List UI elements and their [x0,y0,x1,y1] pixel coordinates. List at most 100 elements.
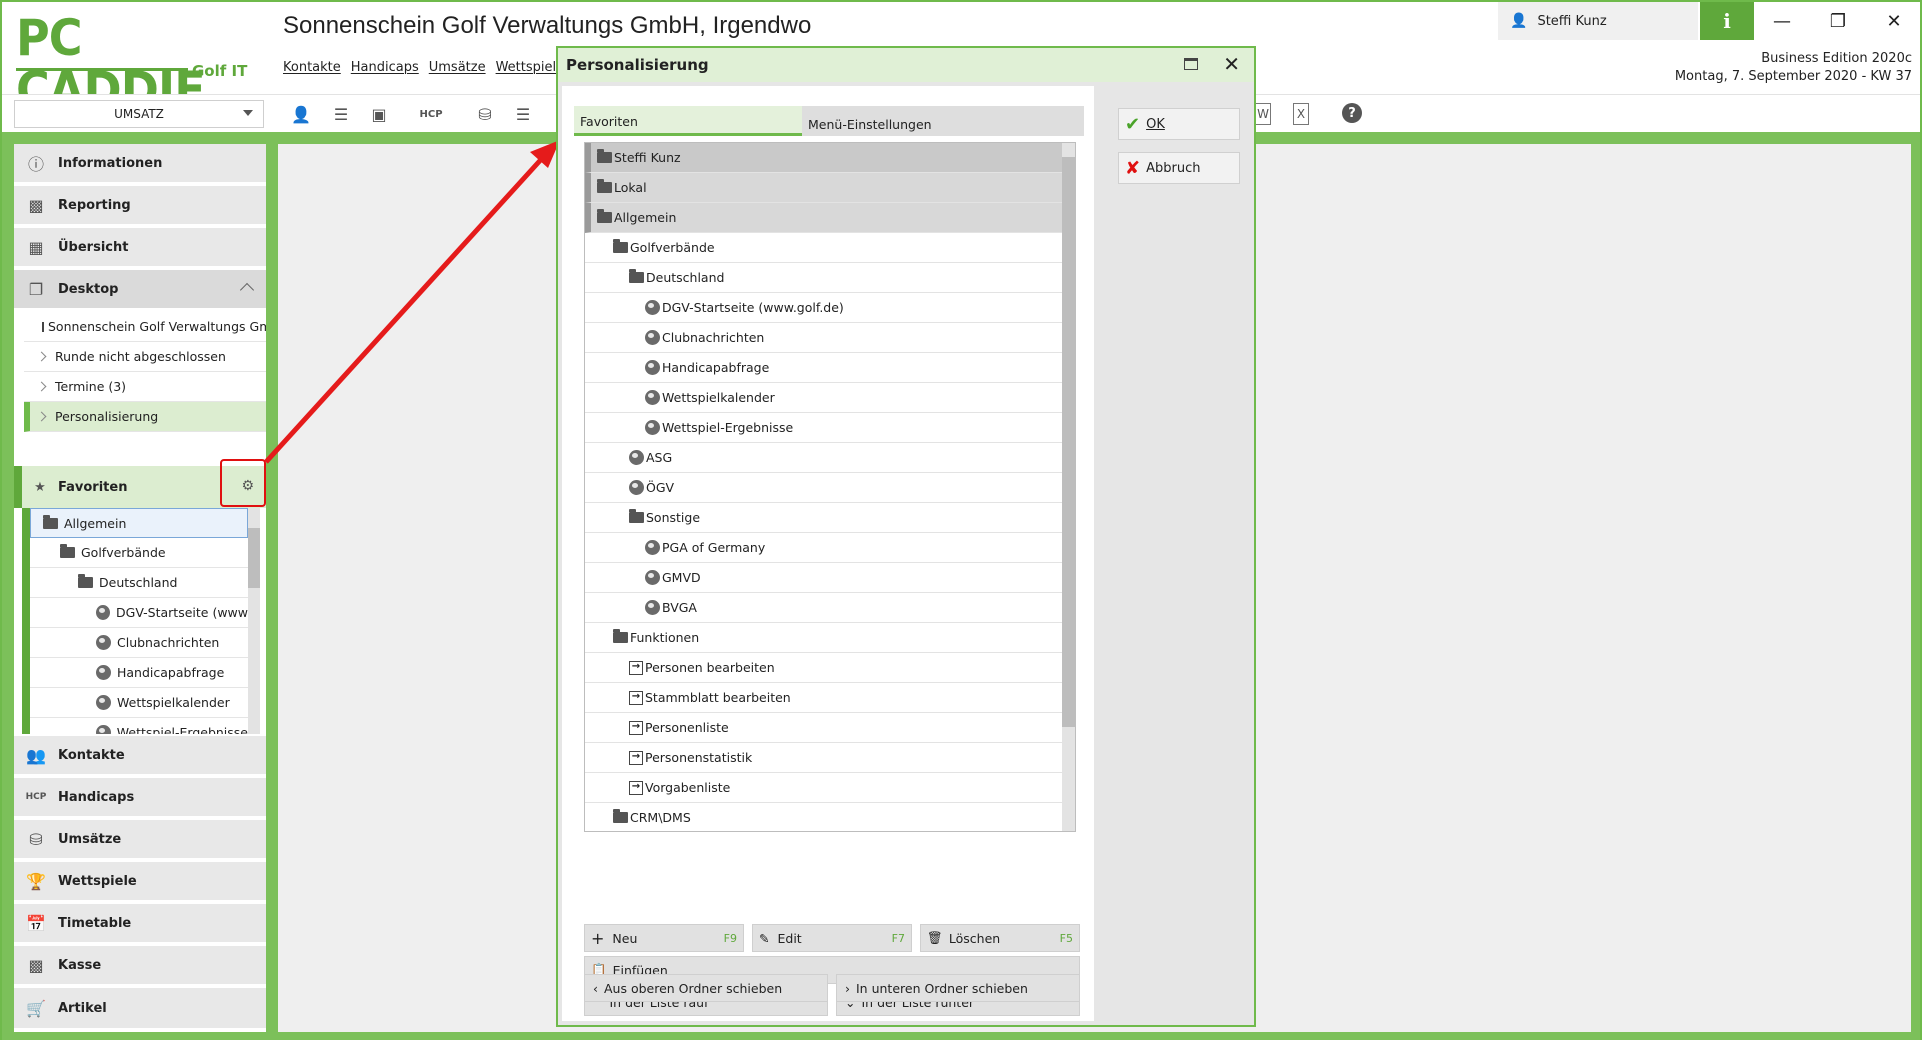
nav-handicaps[interactable]: HCP Handicaps [14,778,266,818]
menu-wettspiele[interactable]: Wettspiele [496,60,565,75]
desktop-item-label: Sonnenschein Golf Verwaltungs Gm [48,319,266,334]
favorites-tree-item[interactable]: Allgemein [30,508,248,538]
tree-item[interactable]: Clubnachrichten [585,323,1063,353]
restore-button[interactable]: ❐ [1810,2,1866,40]
favorites-item-label: Allgemein [64,515,127,531]
scroll-thumb[interactable] [248,528,260,588]
nav-uebersicht[interactable]: ▦ Übersicht [14,228,266,268]
favorites-tree-item[interactable]: Handicapabfrage [30,658,248,688]
maximize-icon[interactable] [1184,58,1198,70]
module-combo[interactable]: UMSATZ [14,100,264,128]
chevron-right-icon [36,411,47,422]
nav-label: Kasse [58,957,102,973]
nav-timetable[interactable]: 📅 Timetable [14,904,266,944]
tree-item[interactable]: Wettspiel-Ergebnisse [585,413,1063,443]
close-window-button[interactable]: ✕ [1866,2,1922,40]
desktop-item-label: Termine (3) [55,379,127,394]
tree-item[interactable]: GMVD [585,563,1063,593]
folder-icon [629,509,644,523]
coins-icon[interactable]: ⛁ [474,103,496,125]
folder-icon [43,514,58,529]
close-icon[interactable]: ✕ [1223,52,1240,76]
abbruch-button[interactable]: ✘ Abbruch [1118,152,1240,184]
dialog-titlebar: Personalisierung ✕ [558,48,1254,82]
tree-item[interactable]: Golfverbände [585,233,1063,263]
in-ordner-button[interactable]: › In unteren Ordner schieben [836,974,1080,1002]
tree-item[interactable]: Allgemein [585,203,1063,233]
neu-button[interactable]: + Neu F9 [584,924,744,952]
tree-item[interactable]: Deutschland [585,263,1063,293]
desktop-item[interactable]: Termine (3) [24,372,266,402]
excel-icon[interactable]: X [1293,103,1309,125]
nav-kasse[interactable]: ▩ Kasse [14,946,266,986]
nav-reporting[interactable]: ▩ Reporting [14,186,266,226]
edit-button[interactable]: ✎ Edit F7 [752,924,912,952]
help-icon[interactable]: ? [1342,103,1362,123]
tree-item[interactable]: BVGA [585,593,1063,623]
favorites-tree-item[interactable]: Golfverbände [30,538,248,568]
tree-scrollbar[interactable] [1062,143,1075,831]
list-icon[interactable]: ☰ [330,103,352,125]
favorites-item-label: Clubnachrichten [117,635,220,650]
tree-item[interactable]: → Stammblatt bearbeiten [585,683,1063,713]
minimize-button[interactable]: — [1754,2,1810,40]
scroll-thumb[interactable] [1062,157,1075,727]
tree-item[interactable]: PGA of Germany [585,533,1063,563]
tree-item-label: ÖGV [646,480,675,495]
tree-item[interactable]: ÖGV [585,473,1063,503]
globe-icon [645,420,660,435]
tree-item[interactable]: DGV-Startseite (www.golf.de) [585,293,1063,323]
tree-item[interactable]: Wettspielkalender [585,383,1063,413]
nav-desktop[interactable]: ❐ Desktop [14,270,266,310]
favorites-tree-item[interactable]: Wettspiel-Ergebnisse [30,718,248,734]
tree-item[interactable]: → Personenstatistik [585,743,1063,773]
favorites-scrollbar[interactable] [248,508,260,734]
tree-item-label: Funktionen [630,630,700,645]
function-icon: → [629,720,643,735]
menu-handicaps[interactable]: Handicaps [351,60,419,75]
loeschen-button[interactable]: 🗑 Löschen F5 [920,924,1080,952]
favorites-tree-item[interactable]: DGV-Startseite (www [30,598,248,628]
tab-menue-einstellungen[interactable]: Menü-Einstellungen [802,106,938,136]
tree-item[interactable]: Handicapabfrage [585,353,1063,383]
list2-icon[interactable]: ☰ [512,103,534,125]
desktop-item[interactable]: Sonnenschein Golf Verwaltungs Gm [24,312,266,342]
menu-kontakte[interactable]: Kontakte [283,60,341,75]
hcp-icon[interactable]: HCP [419,103,442,125]
nav-umsaetze[interactable]: ⛁ Umsätze [14,820,266,860]
tree-item[interactable]: → Personenliste [585,713,1063,743]
word-icon[interactable]: W [1255,103,1271,125]
favorites-tree-item[interactable]: Clubnachrichten [30,628,248,658]
tree-item[interactable]: CRM\DMS [585,803,1063,831]
card-icon[interactable]: ▣ [368,103,390,125]
nav-artikel[interactable]: 🛒 Artikel [14,988,266,1028]
function-icon: → [629,750,643,765]
tree-item[interactable]: ASG [585,443,1063,473]
nav-label: Umsätze [58,831,122,847]
register-icon: ▩ [28,955,44,975]
menu-umsaetze[interactable]: Umsätze [429,60,486,75]
nav-informationen[interactable]: ⓘ Informationen [14,144,266,184]
desktop-item[interactable]: Runde nicht abgeschlossen [24,342,266,372]
tab-favoriten[interactable]: Favoriten [574,106,802,136]
person-icon[interactable]: 👤 [290,103,312,125]
ok-button[interactable]: ✔ OK [1118,108,1240,140]
tree-item[interactable]: Sonstige [585,503,1063,533]
tree-item[interactable]: Funktionen [585,623,1063,653]
info-button[interactable]: i [1700,2,1754,40]
nav-kontakte[interactable]: 👥 Kontakte [14,736,266,776]
nav-wettspiele[interactable]: 🏆 Wettspiele [14,862,266,902]
favorites-tree-item[interactable]: Wettspielkalender [30,688,248,718]
favorites-tree-item[interactable]: Deutschland [30,568,248,598]
tree-item-label: CRM\DMS [630,810,691,825]
logo: PC CADDIE Golf IT [16,12,256,116]
tree-item[interactable]: → Personen bearbeiten [585,653,1063,683]
desktop-item-active[interactable]: Personalisierung [24,402,266,432]
globe-icon [645,360,660,375]
user-box[interactable]: 👤 Steffi Kunz [1498,2,1698,40]
tree-item[interactable]: Steffi Kunz [585,143,1063,173]
aus-ordner-button[interactable]: ‹ Aus oberen Ordner schieben [584,974,828,1002]
x-icon: ✘ [1125,157,1141,179]
tree-item[interactable]: Lokal [585,173,1063,203]
tree-item[interactable]: → Vorgabenliste [585,773,1063,803]
